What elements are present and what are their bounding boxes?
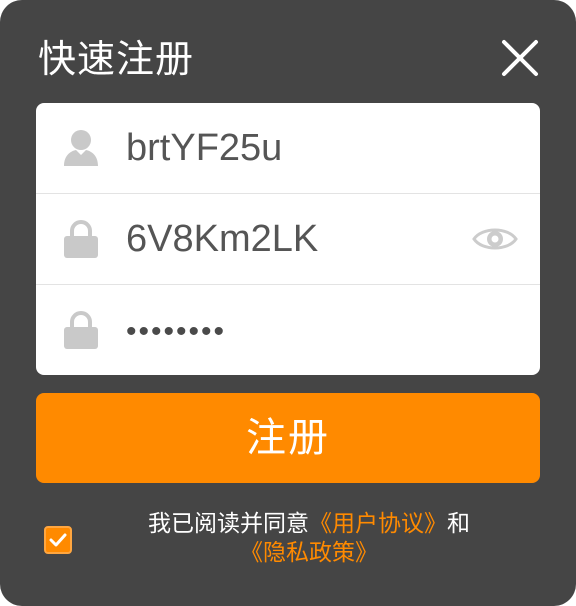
password-field[interactable]: 6V8Km2LK xyxy=(36,194,540,284)
register-dialog: 快速注册 brtYF25u 6V8Km2LK •••••••• 注册 我已阅读并… xyxy=(0,0,576,606)
confirm-password-field[interactable]: •••••••• xyxy=(36,285,540,375)
username-field[interactable]: brtYF25u xyxy=(36,103,540,193)
toggle-password-visibility-button[interactable] xyxy=(472,224,518,254)
dialog-title: 快速注册 xyxy=(38,37,195,81)
lock-icon xyxy=(64,311,98,349)
privacy-policy-link[interactable]: 《隐私政策》 xyxy=(240,540,378,566)
agreement-row: 我已阅读并同意《用户协议》和《隐私政策》 xyxy=(44,510,544,580)
agreement-conjunction: 和 xyxy=(447,511,470,537)
checkmark-icon xyxy=(49,533,67,547)
lock-icon xyxy=(64,220,98,258)
close-icon xyxy=(502,40,538,76)
register-form: brtYF25u 6V8Km2LK •••••••• xyxy=(36,103,540,375)
user-agreement-link[interactable]: 《用户协议》 xyxy=(309,511,447,537)
agreement-prefix: 我已阅读并同意 xyxy=(148,511,309,537)
close-button[interactable] xyxy=(500,38,540,78)
register-button[interactable]: 注册 xyxy=(36,393,540,483)
username-input[interactable]: brtYF25u xyxy=(126,125,282,171)
agreement-checkbox[interactable] xyxy=(44,526,72,554)
agreement-text: 我已阅读并同意《用户协议》和《隐私政策》 xyxy=(84,510,534,568)
confirm-password-input[interactable]: •••••••• xyxy=(126,309,226,355)
password-input[interactable]: 6V8Km2LK xyxy=(126,216,318,262)
eye-icon xyxy=(472,228,518,250)
user-icon xyxy=(64,130,98,166)
